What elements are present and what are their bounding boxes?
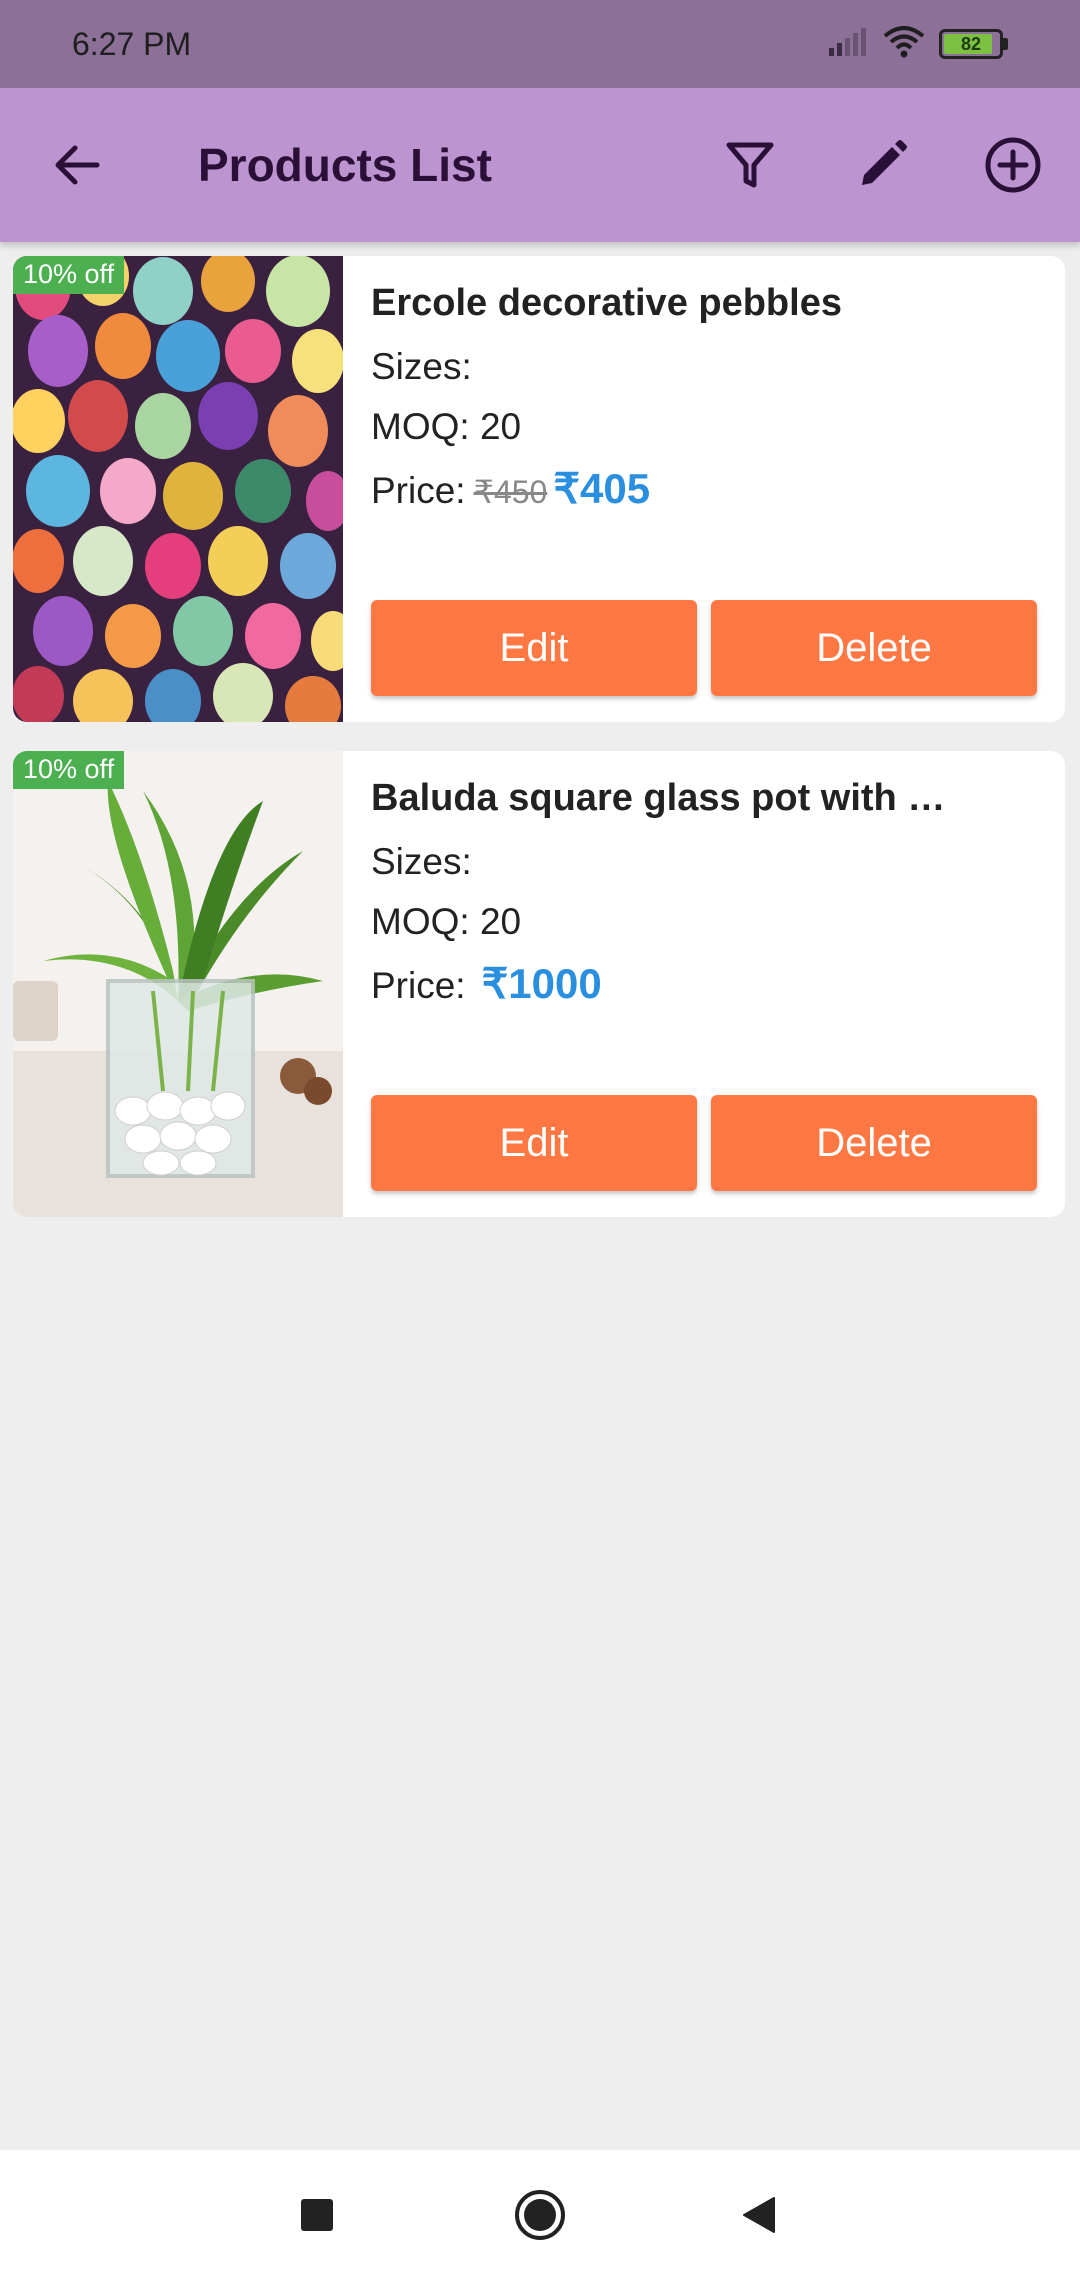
product-sizes: Sizes: — [371, 346, 472, 387]
battery-level: 82 — [960, 33, 982, 54]
price-row: Price: ₹450 ₹405 — [371, 464, 650, 513]
price-row: Price: ₹1000 — [371, 959, 602, 1008]
price: ₹1000 — [481, 960, 602, 1007]
edit-pencil-icon — [862, 140, 907, 185]
back-button[interactable] — [30, 118, 124, 212]
product-moq: MOQ: 20 — [371, 406, 522, 447]
status-bar: 6:27 PM 82 — [0, 0, 1080, 88]
product-title: Ercole decorative pebbles — [371, 282, 842, 324]
product-image-glass-pot: 10% off — [13, 751, 343, 1217]
signal-icon — [827, 27, 869, 61]
delete-button[interactable]: Delete — [711, 1095, 1037, 1191]
home-button[interactable] — [505, 2180, 575, 2250]
add-circle-icon — [985, 137, 1041, 193]
price-label: Price: — [371, 965, 466, 1006]
delete-button[interactable]: Delete — [711, 600, 1037, 696]
edit-mode-button[interactable] — [835, 118, 929, 212]
original-price: ₹450 — [473, 474, 548, 510]
product-title: Baluda square glass pot with … — [371, 777, 946, 819]
back-arrow-icon — [55, 145, 100, 185]
edit-button[interactable]: Edit — [371, 600, 697, 696]
product-card[interactable]: 10% off Ercole decorative pebbles Sizes:… — [13, 256, 1065, 722]
status-icons: 82 — [827, 25, 1008, 63]
discount-badge: 10% off — [13, 256, 125, 294]
system-nav-bar — [0, 2150, 1080, 2280]
recents-button[interactable] — [282, 2180, 352, 2250]
product-moq: MOQ: 20 — [371, 901, 522, 942]
home-circle-icon — [515, 2190, 565, 2240]
discounted-price: ₹405 — [553, 465, 651, 512]
app-bar: Products List — [0, 88, 1080, 242]
product-sizes: Sizes: — [371, 841, 472, 882]
back-nav-button[interactable] — [725, 2180, 795, 2250]
filter-icon — [726, 142, 774, 188]
price-label: Price: — [371, 470, 466, 511]
add-product-button[interactable] — [966, 118, 1060, 212]
status-time: 6:27 PM — [72, 25, 192, 62]
filter-button[interactable] — [703, 118, 797, 212]
page-title: Products List — [198, 139, 492, 191]
edit-button[interactable]: Edit — [371, 1095, 697, 1191]
back-triangle-icon — [743, 2197, 775, 2233]
product-image-pebbles: 10% off — [13, 256, 343, 722]
discount-badge: 10% off — [13, 751, 125, 789]
wifi-icon — [883, 25, 925, 63]
recents-square-icon — [301, 2199, 333, 2231]
product-card[interactable]: 10% off Baluda square glass pot with … S… — [13, 751, 1065, 1217]
battery-icon: 82 — [939, 29, 1008, 59]
